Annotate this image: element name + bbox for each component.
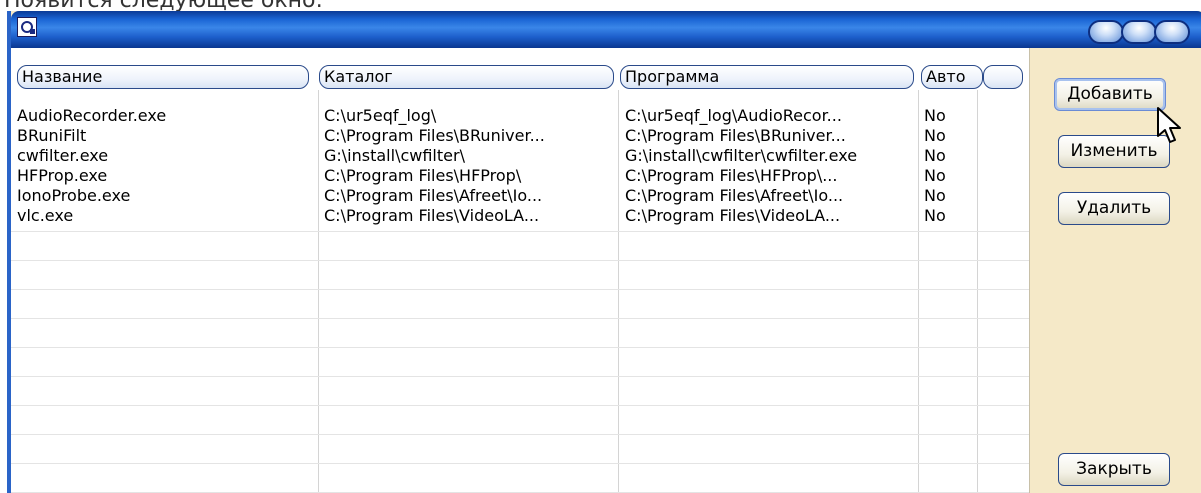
column-header-directory[interactable]: Каталог: [319, 65, 614, 89]
cell-program: C:\Program Files\VideoLA...: [625, 206, 841, 225]
cell-program: C:\Program Files\BRuniver...: [625, 126, 846, 145]
cell-program: C:\Program Files\Afreet\Io...: [625, 186, 844, 205]
cell-name: cwfilter.exe: [17, 146, 109, 165]
maximize-icon[interactable]: [1121, 20, 1157, 44]
mouse-pointer-icon: [1157, 107, 1181, 143]
cell-auto: No: [924, 146, 946, 165]
cell-directory: C:\Program Files\Afreet\Io...: [324, 186, 543, 205]
cell-program: C:\ur5eqf_log\AudioRecor...: [625, 106, 842, 125]
minimize-icon[interactable]: [1088, 20, 1124, 44]
cell-name: vlc.exe: [17, 206, 74, 225]
column-header-empty[interactable]: [983, 65, 1023, 89]
cell-name: AudioRecorder.exe: [17, 106, 167, 125]
program-list-window: Название Каталог Программа Авто AudioRec…: [7, 11, 1201, 493]
close-button[interactable]: Закрыть: [1058, 453, 1170, 486]
delete-button[interactable]: Удалить: [1058, 192, 1170, 225]
table-row[interactable]: cwfilter.exe G:\install\cwfilter\ G:\insta…: [11, 146, 1029, 166]
cell-directory: C:\Program Files\HFProp\: [324, 166, 522, 185]
cell-auto: No: [924, 206, 946, 225]
cell-directory: G:\install\cwfilter\: [324, 146, 465, 165]
cell-directory: C:\Program Files\BRuniver...: [324, 126, 545, 145]
column-header-name[interactable]: Название: [17, 65, 309, 89]
cell-program: G:\install\cwfilter\cwfilter.exe: [625, 146, 858, 165]
cell-name: IonoProbe.exe: [17, 186, 131, 205]
cell-auto: No: [924, 126, 946, 145]
cell-auto: No: [924, 106, 946, 125]
cell-auto: No: [924, 186, 946, 205]
cell-auto: No: [924, 166, 946, 185]
program-list[interactable]: Название Каталог Программа Авто AudioRec…: [11, 48, 1030, 493]
add-button[interactable]: Добавить: [1054, 78, 1166, 111]
edit-button[interactable]: Изменить: [1058, 135, 1170, 168]
cell-name: HFProp.exe: [17, 166, 108, 185]
title-bar[interactable]: [11, 11, 1201, 48]
table-row[interactable]: AudioRecorder.exe C:\ur5eqf_log\ C:\ur5eqf…: [11, 106, 1029, 126]
column-header-program[interactable]: Программа: [620, 65, 914, 89]
close-icon[interactable]: [1154, 20, 1190, 44]
table-row[interactable]: BRuniFilt C:\Program Files\BRuniver... C:\…: [11, 126, 1029, 146]
cell-directory: C:\Program Files\VideoLA...: [324, 206, 540, 225]
app-logo-icon[interactable]: [17, 17, 37, 37]
cell-name: BRuniFilt: [17, 126, 87, 145]
table-row[interactable]: vlc.exe C:\Program Files\VideoLA... C:\Pro…: [11, 206, 1029, 226]
cell-directory: C:\ur5eqf_log\: [324, 106, 437, 125]
cell-program: C:\Program Files\HFProp\...: [625, 166, 838, 185]
table-row[interactable]: HFProp.exe C:\Program Files\HFProp\ C:\Pro…: [11, 166, 1029, 186]
column-header-auto[interactable]: Авто: [921, 65, 983, 89]
table-row[interactable]: IonoProbe.exe C:\Program Files\Afreet\Io.…: [11, 186, 1029, 206]
